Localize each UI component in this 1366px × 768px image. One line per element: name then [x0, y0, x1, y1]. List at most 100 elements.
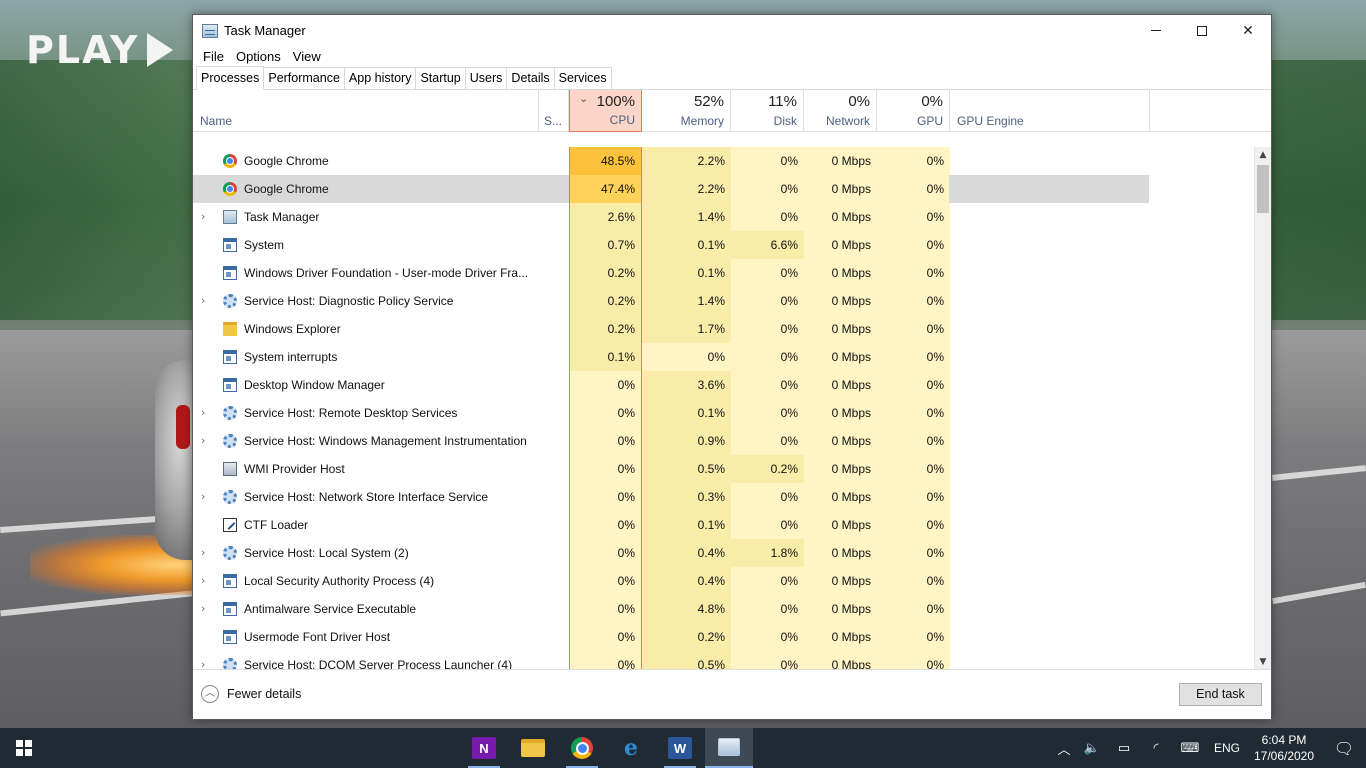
system-tray: ︿ 🔈 ▭ ◜ ⌨ ENG 6:04 PM 17/06/2020 🗨: [1052, 728, 1366, 768]
fewer-details-link[interactable]: ︿ Fewer details: [201, 685, 301, 703]
maximize-button[interactable]: [1179, 15, 1225, 46]
expand-chevron-icon[interactable]: ›: [201, 651, 205, 670]
expand-chevron-icon[interactable]: ›: [201, 287, 205, 315]
expand-chevron-icon[interactable]: ›: [201, 203, 205, 231]
process-status-cell: [539, 259, 569, 287]
process-network-cell: 0 Mbps: [804, 259, 877, 287]
process-row[interactable]: System 0.7% 0.1% 6.6% 0 Mbps 0%: [193, 231, 1255, 259]
menu-file[interactable]: File: [199, 49, 228, 64]
process-row[interactable]: › Service Host: Diagnostic Policy Service…: [193, 287, 1255, 315]
menu-options[interactable]: Options: [232, 49, 285, 64]
process-memory-cell: 1.4%: [642, 203, 731, 231]
tab-services[interactable]: Services: [553, 67, 612, 89]
process-row[interactable]: Usermode Font Driver Host 0% 0.2% 0% 0 Mbps 0…: [193, 623, 1255, 651]
minimize-button[interactable]: [1133, 15, 1179, 46]
process-row[interactable]: WMI Provider Host 0% 0.5% 0.2% 0 Mbps 0%: [193, 455, 1255, 483]
process-row[interactable]: › Task Manager 2.6% 1.4% 0% 0 Mbps 0%: [193, 203, 1255, 231]
process-row[interactable]: Windows Driver Foundation - User-mode Dr…: [193, 259, 1255, 287]
sort-chevron-icon: ⌄: [579, 92, 589, 105]
process-row[interactable]: › Service Host: Remote Desktop Services 0%…: [193, 399, 1255, 427]
expand-chevron-icon[interactable]: ›: [201, 427, 205, 455]
taskbar-onenote[interactable]: N: [460, 728, 508, 768]
title-bar[interactable]: Task Manager ✕: [193, 15, 1271, 46]
keyboard-icon[interactable]: ⌨: [1172, 741, 1208, 756]
scroll-up-icon[interactable]: ▲: [1255, 147, 1271, 163]
expand-chevron-icon[interactable]: ›: [201, 595, 205, 623]
tab-users[interactable]: Users: [464, 67, 508, 89]
taskbar-chrome[interactable]: [558, 728, 606, 768]
process-row[interactable]: › Service Host: Network Store Interface S…: [193, 483, 1255, 511]
taskbar-task-manager[interactable]: [705, 728, 753, 768]
start-button[interactable]: [0, 728, 48, 768]
column-cpu-total: 100%: [596, 93, 635, 110]
process-cpu-cell: 0%: [569, 651, 642, 670]
process-name: WMI Provider Host: [244, 462, 345, 476]
process-row[interactable]: CTF Loader 0% 0.1% 0% 0 Mbps 0%: [193, 511, 1255, 539]
close-button[interactable]: ✕: [1225, 15, 1271, 46]
battery-icon[interactable]: ▭: [1108, 741, 1140, 756]
process-gpu-cell: 0%: [877, 259, 950, 287]
scroll-thumb[interactable]: [1257, 165, 1269, 213]
taskbar-edge[interactable]: e: [607, 728, 655, 768]
process-name: Service Host: Network Store Interface Se…: [244, 490, 489, 504]
column-status[interactable]: S...: [539, 90, 569, 132]
process-row[interactable]: › Service Host: DCOM Server Process Launc…: [193, 651, 1255, 670]
column-name[interactable]: Name: [193, 90, 539, 132]
process-name: Service Host: DCOM Server Process Launch…: [244, 658, 513, 670]
process-name-cell: System: [193, 231, 539, 259]
taskbar-word[interactable]: W: [656, 728, 704, 768]
expand-chevron-icon[interactable]: ›: [201, 567, 205, 595]
process-name: Service Host: Windows Management Instrum…: [244, 434, 527, 448]
process-memory-cell: 4.8%: [642, 595, 731, 623]
process-cpu-cell: 0%: [569, 399, 642, 427]
column-memory[interactable]: 52% Memory: [642, 90, 731, 132]
show-hidden-icons-icon[interactable]: ︿: [1052, 739, 1076, 758]
volume-icon[interactable]: 🔈: [1076, 741, 1108, 756]
taskbar-file-explorer[interactable]: [509, 728, 557, 768]
tab-startup[interactable]: Startup: [415, 67, 466, 89]
column-cpu[interactable]: ⌄ 100% CPU: [569, 90, 642, 132]
expand-chevron-icon[interactable]: ›: [201, 539, 205, 567]
menu-view[interactable]: View: [289, 49, 325, 64]
process-status-cell: [539, 231, 569, 259]
process-memory-cell: 2.2%: [642, 147, 731, 175]
process-row[interactable]: Google Chrome 47.4% 2.2% 0% 0 Mbps 0%: [193, 175, 1255, 203]
process-memory-cell: 0.3%: [642, 483, 731, 511]
process-row[interactable]: System interrupts 0.1% 0% 0% 0 Mbps 0%: [193, 343, 1255, 371]
process-disk-cell: 0%: [731, 175, 804, 203]
process-row[interactable]: Desktop Window Manager 0% 3.6% 0% 0 Mbps 0%: [193, 371, 1255, 399]
process-row[interactable]: Google Chrome 48.5% 2.2% 0% 0 Mbps 0%: [193, 147, 1255, 175]
minimize-icon: [1151, 30, 1161, 31]
tab-performance[interactable]: Performance: [263, 67, 345, 89]
column-gpu-engine[interactable]: GPU Engine: [950, 90, 1150, 132]
process-gpu-engine-cell: [949, 259, 1149, 287]
column-gpu[interactable]: 0% GPU: [877, 90, 950, 132]
tab-details[interactable]: Details: [506, 67, 555, 89]
scroll-down-icon[interactable]: ▼: [1255, 654, 1271, 670]
notifications-icon[interactable]: 🗨: [1322, 739, 1366, 758]
tab-processes[interactable]: Processes: [196, 66, 265, 90]
expand-chevron-icon[interactable]: ›: [201, 399, 205, 427]
expand-chevron-icon[interactable]: ›: [201, 483, 205, 511]
process-memory-cell: 2.2%: [642, 175, 731, 203]
column-gpu-engine-label: GPU Engine: [957, 114, 1024, 128]
process-row[interactable]: › Service Host: Windows Management Instru…: [193, 427, 1255, 455]
wifi-icon[interactable]: ◜: [1140, 741, 1172, 756]
process-name-cell: › Service Host: Remote Desktop Services: [193, 399, 539, 427]
process-name: Desktop Window Manager: [244, 378, 385, 392]
clock[interactable]: 6:04 PM 17/06/2020: [1246, 732, 1322, 764]
chrome-icon: [571, 737, 593, 759]
process-row[interactable]: › Service Host: Local System (2) 0% 0.4% 1.8…: [193, 539, 1255, 567]
vertical-scrollbar[interactable]: ▲ ▼: [1254, 147, 1271, 670]
process-row[interactable]: Windows Explorer 0.2% 1.7% 0% 0 Mbps 0%: [193, 315, 1255, 343]
process-memory-cell: 0.5%: [642, 455, 731, 483]
process-row[interactable]: › Antimalware Service Executable 0% 4.8% 0% 0…: [193, 595, 1255, 623]
tab-app-history[interactable]: App history: [343, 67, 417, 89]
column-disk[interactable]: 11% Disk: [731, 90, 804, 132]
process-name-cell: › Antimalware Service Executable: [193, 595, 539, 623]
process-cpu-cell: 0%: [569, 623, 642, 651]
column-network[interactable]: 0% Network: [804, 90, 877, 132]
language-indicator[interactable]: ENG: [1208, 741, 1246, 755]
process-row[interactable]: › Local Security Authority Process (4) 0% 0…: [193, 567, 1255, 595]
end-task-button[interactable]: End task: [1179, 683, 1262, 706]
